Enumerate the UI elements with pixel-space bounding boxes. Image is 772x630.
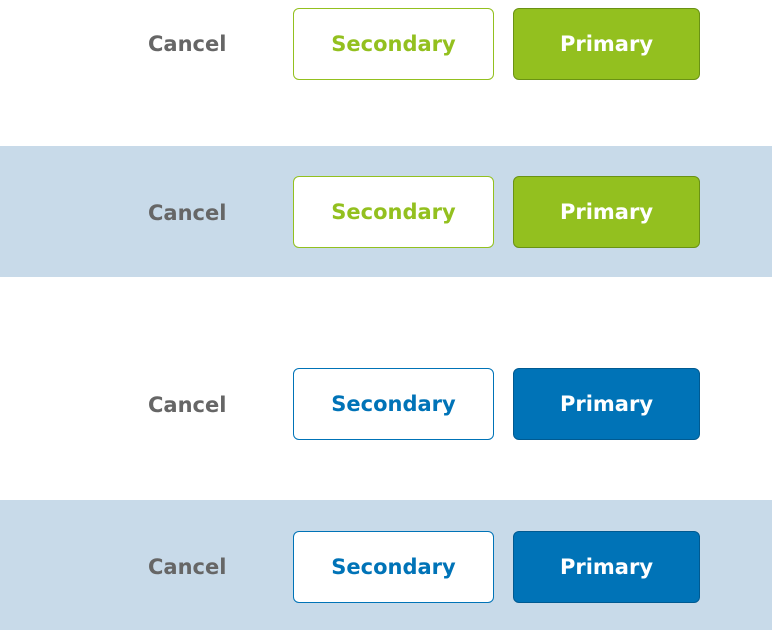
primary-button[interactable]: Primary xyxy=(513,368,700,440)
primary-button[interactable]: Primary xyxy=(513,531,700,603)
secondary-button[interactable]: Secondary xyxy=(293,176,494,248)
primary-button[interactable]: Primary xyxy=(513,176,700,248)
cancel-button[interactable]: Cancel xyxy=(148,201,238,225)
primary-button[interactable]: Primary xyxy=(513,8,700,80)
cancel-button[interactable]: Cancel xyxy=(148,393,238,417)
button-group-green-band: Cancel Secondary Primary xyxy=(0,146,772,277)
button-group-blue-light: Cancel Secondary Primary xyxy=(0,340,772,470)
secondary-button[interactable]: Secondary xyxy=(293,531,494,603)
cancel-button[interactable]: Cancel xyxy=(148,32,238,56)
cancel-button[interactable]: Cancel xyxy=(148,555,238,579)
button-group-green-light: Cancel Secondary Primary xyxy=(0,0,772,90)
secondary-button[interactable]: Secondary xyxy=(293,8,494,80)
button-group-blue-band: Cancel Secondary Primary xyxy=(0,500,772,630)
secondary-button[interactable]: Secondary xyxy=(293,368,494,440)
